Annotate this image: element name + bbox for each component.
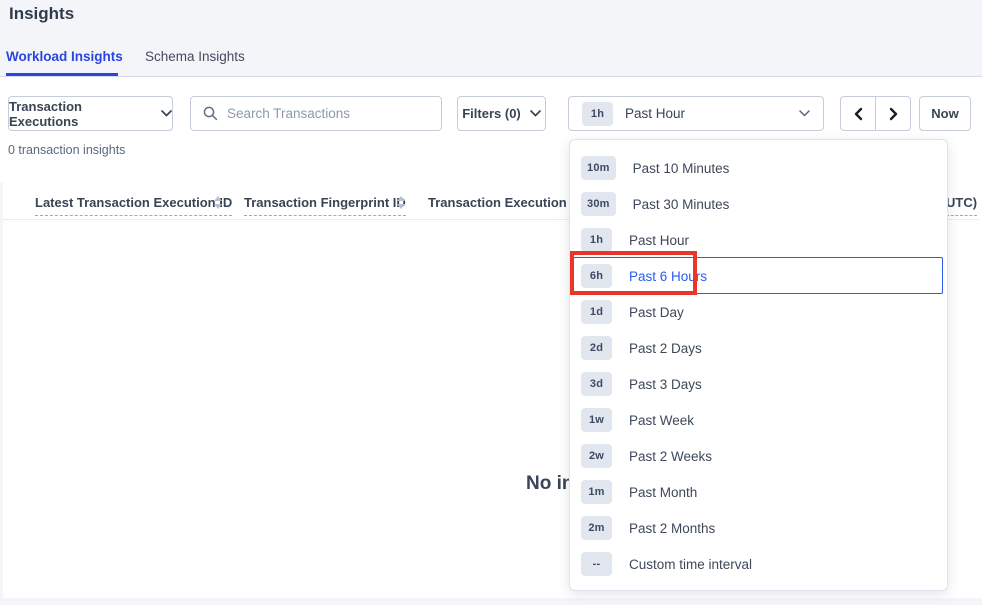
column-header-transaction-fingerprint-id[interactable]: Transaction Fingerprint ID (244, 195, 406, 210)
tab-schema-insights[interactable]: Schema Insights (145, 49, 245, 64)
tab-workload-insights[interactable]: Workload Insights (6, 49, 123, 64)
page-title: Insights (9, 4, 74, 24)
header-divider (0, 76, 982, 77)
time-option-past-10-minutes[interactable]: 10m Past 10 Minutes (570, 150, 947, 186)
time-option-past-30-minutes[interactable]: 30m Past 30 Minutes (570, 186, 947, 222)
sort-icon[interactable] (214, 196, 222, 209)
time-option-custom-interval[interactable]: -- Custom time interval (570, 546, 947, 582)
sort-icon[interactable] (397, 196, 405, 209)
search-input[interactable] (227, 106, 441, 121)
column-header-utc[interactable]: UTC) (946, 195, 977, 210)
time-option-past-2-months[interactable]: 2m Past 2 Months (570, 510, 947, 546)
time-option-past-week[interactable]: 1w Past Week (570, 402, 947, 438)
time-option-past-day[interactable]: 1d Past Day (570, 294, 947, 330)
chevron-down-icon (530, 110, 541, 117)
previous-interval-button[interactable] (840, 96, 876, 131)
time-option-past-month[interactable]: 1m Past Month (570, 474, 947, 510)
time-option-past-2-days[interactable]: 2d Past 2 Days (570, 330, 947, 366)
insights-page: Insights Workload Insights Schema Insigh… (0, 0, 982, 605)
filters-label: Filters (0) (462, 106, 521, 121)
header-band (0, 0, 982, 77)
chevron-down-icon (799, 110, 810, 117)
page-edge (0, 598, 982, 605)
transaction-type-label: Transaction Executions (9, 99, 152, 129)
time-interval-badge: 1h (582, 102, 613, 126)
time-nav-group (840, 96, 911, 131)
filters-button[interactable]: Filters (0) (457, 96, 546, 131)
chevron-down-icon (161, 110, 172, 117)
annotation-red-box (570, 251, 697, 295)
search-icon (203, 106, 218, 121)
page-edge (0, 182, 3, 598)
time-interval-label: Past Hour (625, 106, 685, 121)
time-interval-dropdown: 10m Past 10 Minutes 30m Past 30 Minutes … (569, 139, 948, 591)
insights-count: 0 transaction insights (8, 143, 125, 157)
now-button[interactable]: Now (919, 96, 971, 131)
time-interval-select[interactable]: 1h Past Hour (568, 96, 824, 131)
time-option-past-2-weeks[interactable]: 2w Past 2 Weeks (570, 438, 947, 474)
column-header-transaction-execution[interactable]: Transaction Execution (428, 195, 567, 210)
search-box[interactable] (190, 96, 442, 131)
time-option-past-3-days[interactable]: 3d Past 3 Days (570, 366, 947, 402)
next-interval-button[interactable] (875, 96, 911, 131)
column-header-latest-transaction-execution-id[interactable]: Latest Transaction Execution ID (35, 195, 232, 210)
transaction-type-select[interactable]: Transaction Executions (8, 96, 173, 131)
